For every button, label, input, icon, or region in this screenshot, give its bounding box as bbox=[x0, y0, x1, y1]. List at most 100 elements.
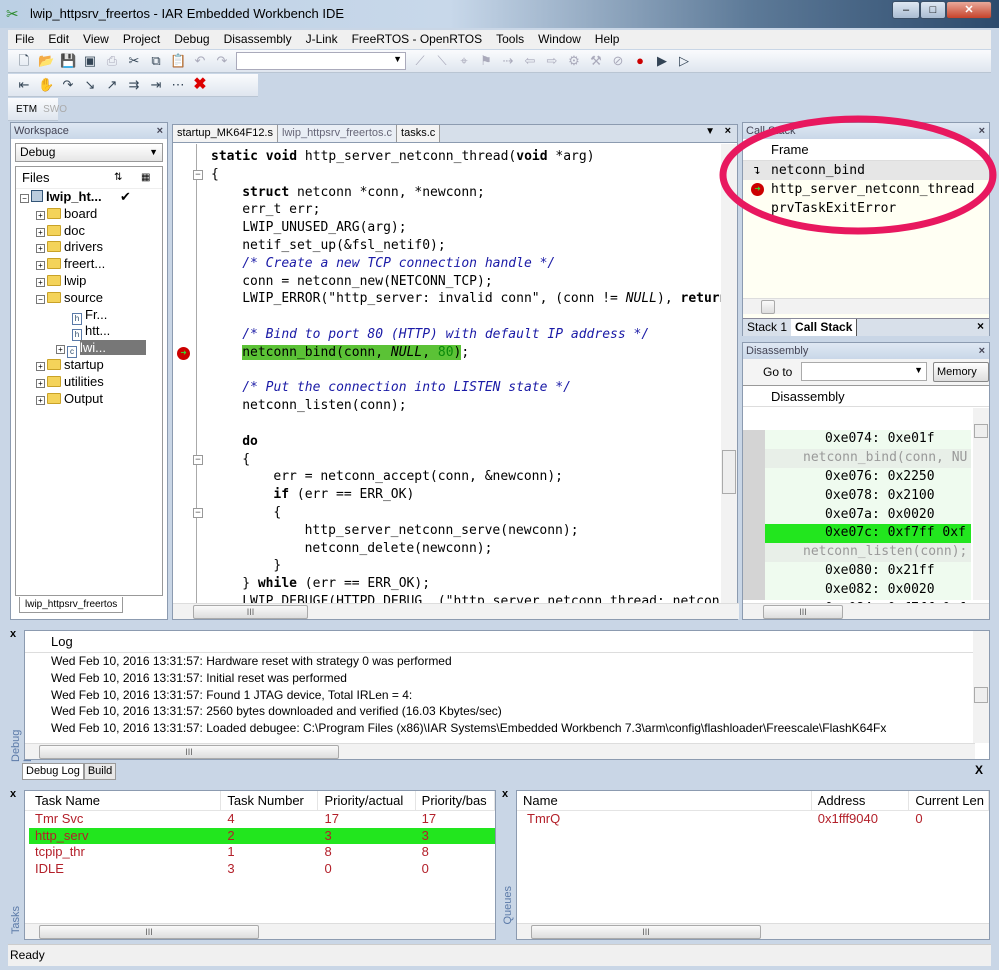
column-header[interactable]: Task Name bbox=[25, 791, 222, 810]
next-statement-icon[interactable]: ⇉ bbox=[126, 77, 142, 93]
code-line[interactable]: /* Create a new TCP connection handle */ bbox=[242, 255, 555, 273]
configuration-select[interactable]: Debug ▼ bbox=[15, 143, 163, 162]
memory-button[interactable]: Memory bbox=[933, 362, 989, 382]
redo-icon[interactable]: ↷ bbox=[214, 53, 230, 69]
download-debug-icon[interactable]: ▶ bbox=[654, 53, 670, 69]
fold-icon[interactable]: − bbox=[193, 454, 203, 465]
code-line[interactable]: err = netconn_accept(conn, &newconn); bbox=[273, 468, 563, 486]
queue-row[interactable]: TmrQ 0x1fff9040 0 bbox=[517, 811, 989, 828]
expand-icon[interactable]: + bbox=[36, 210, 45, 220]
close-icon[interactable]: X bbox=[975, 763, 983, 777]
collapse-icon[interactable]: − bbox=[36, 294, 45, 304]
step-out-icon[interactable]: ↗ bbox=[104, 77, 120, 93]
disassembly-hscrollbar[interactable]: III bbox=[743, 603, 989, 619]
expand-icon[interactable]: + bbox=[36, 277, 45, 287]
disassembly-line[interactable]: 0xe07a: 0x0020 bbox=[765, 506, 971, 525]
compile-icon[interactable]: ⚙ bbox=[566, 53, 582, 69]
disassembly-line[interactable]: 0xe078: 0x2100 bbox=[765, 487, 971, 506]
maximize-button[interactable]: □ bbox=[920, 1, 946, 19]
tree-item[interactable]: + doc bbox=[20, 223, 162, 240]
tree-item[interactable]: + startup bbox=[20, 357, 162, 374]
code-line[interactable]: {− bbox=[193, 451, 250, 469]
menu-debug[interactable]: Debug bbox=[167, 30, 216, 49]
sort-icon[interactable]: ⇅ bbox=[114, 167, 122, 189]
undo-icon[interactable]: ↶ bbox=[192, 53, 208, 69]
menu-freertos-openrtos[interactable]: FreeRTOS - OpenRTOS bbox=[345, 30, 490, 49]
log-vscrollbar[interactable] bbox=[973, 631, 989, 743]
log-tab[interactable]: Build bbox=[83, 763, 117, 780]
close-icon[interactable]: × bbox=[979, 343, 985, 359]
close-icon[interactable]: x bbox=[10, 628, 16, 640]
menu-view[interactable]: View bbox=[76, 30, 116, 49]
queues-hscrollbar[interactable]: III bbox=[517, 923, 989, 939]
code-line[interactable]: http_server_netconn_serve(newconn); bbox=[305, 522, 579, 540]
find-next-icon[interactable]: ⟋ bbox=[412, 53, 428, 69]
tree-item[interactable]: + board bbox=[20, 206, 162, 223]
expand-icon[interactable]: + bbox=[56, 345, 65, 355]
close-icon[interactable]: x bbox=[502, 788, 508, 800]
column-header[interactable]: Current Len bbox=[909, 791, 989, 810]
bookmark-icon[interactable]: ⚑ bbox=[478, 53, 494, 69]
menu-j-link[interactable]: J-Link bbox=[299, 30, 345, 49]
open-icon[interactable]: 📂 bbox=[38, 53, 54, 69]
column-header[interactable]: Task Number bbox=[221, 791, 319, 810]
tree-item[interactable]: + lwip bbox=[20, 273, 162, 290]
fold-icon[interactable]: − bbox=[193, 508, 203, 518]
column-header[interactable]: Address bbox=[812, 791, 910, 810]
code-line[interactable]: do bbox=[242, 433, 258, 451]
find-combo[interactable]: ▼ bbox=[236, 52, 406, 70]
menu-tools[interactable]: Tools bbox=[489, 30, 531, 49]
code-line[interactable]: } bbox=[273, 557, 281, 575]
editor-tab[interactable]: tasks.c bbox=[397, 125, 441, 142]
code-line[interactable]: netconn_listen(conn); bbox=[242, 397, 406, 415]
log-hscrollbar[interactable]: III bbox=[25, 743, 975, 759]
new-file-icon[interactable]: 🗋 bbox=[16, 53, 32, 69]
expand-icon[interactable]: + bbox=[36, 378, 45, 388]
reset-icon[interactable]: ⇤ bbox=[16, 77, 32, 93]
log-tab[interactable]: Debug Log bbox=[22, 763, 84, 780]
callstack-tab[interactable]: Call Stack bbox=[791, 319, 858, 336]
callstack-hscrollbar[interactable] bbox=[743, 298, 989, 314]
expand-icon[interactable]: + bbox=[36, 227, 45, 237]
code-line[interactable]: LWIP_UNUSED_ARG(arg); bbox=[242, 219, 406, 237]
task-row[interactable]: http_serv 2 3 3 bbox=[29, 827, 495, 844]
task-row[interactable]: IDLE 3 0 0 bbox=[29, 861, 495, 878]
close-icon[interactable]: × bbox=[157, 123, 163, 139]
close-icon[interactable]: x bbox=[10, 788, 16, 800]
code-line[interactable]: conn = netconn_new(NETCONN_TCP); bbox=[242, 273, 492, 291]
expand-icon[interactable]: + bbox=[36, 244, 45, 254]
menu-file[interactable]: File bbox=[8, 30, 41, 49]
tasks-side-tab[interactable]: Tasks bbox=[10, 906, 22, 934]
close-button[interactable]: ✕ bbox=[946, 1, 992, 19]
find-prev-icon[interactable]: ⟍ bbox=[434, 53, 450, 69]
expand-icon[interactable]: + bbox=[36, 395, 45, 405]
minimize-button[interactable]: – bbox=[892, 1, 920, 19]
tree-item[interactable]: + utilities bbox=[20, 374, 162, 391]
queues-side-tab[interactable]: Queues bbox=[502, 886, 514, 925]
column-header[interactable]: Priority/actual bbox=[318, 791, 416, 810]
disassembly-line[interactable]: netconn_listen(conn); bbox=[765, 543, 971, 563]
break-icon[interactable]: ✋ bbox=[38, 77, 54, 93]
menu-window[interactable]: Window bbox=[531, 30, 588, 49]
debug-no-download-icon[interactable]: ▷ bbox=[676, 53, 692, 69]
disassembly-line[interactable]: netconn_bind(conn, NU bbox=[765, 448, 971, 468]
code-line[interactable]: } while (err == ERR_OK); bbox=[242, 575, 430, 593]
code-line[interactable]: LWIP_ERROR("http_server: invalid conn", … bbox=[242, 290, 721, 308]
paste-icon[interactable]: 📋 bbox=[170, 53, 186, 69]
menu-disassembly[interactable]: Disassembly bbox=[217, 30, 299, 49]
expand-icon[interactable]: + bbox=[36, 261, 45, 271]
editor-hscrollbar[interactable]: III bbox=[173, 603, 739, 619]
menu-edit[interactable]: Edit bbox=[41, 30, 76, 49]
save-icon[interactable]: 💾 bbox=[60, 53, 76, 69]
goto-icon[interactable]: ⇢ bbox=[500, 53, 516, 69]
code-line[interactable]: netconn_bind(conn, NULL, 80); ➜ bbox=[177, 344, 469, 362]
swo-button[interactable]: SWO bbox=[43, 104, 67, 115]
column-header[interactable]: Name bbox=[517, 791, 812, 810]
find-icon[interactable]: ⌖ bbox=[456, 53, 472, 69]
project-node[interactable]: − lwip_ht... ✔ bbox=[20, 189, 162, 206]
tree-item[interactable]: + Output bbox=[20, 391, 162, 408]
go-icon[interactable]: ⋯ bbox=[170, 77, 186, 93]
tree-item[interactable]: + c lwi... bbox=[20, 340, 162, 359]
callstack-tab[interactable]: Stack 1 bbox=[743, 319, 791, 336]
code-line[interactable]: if (err == ERR_OK) bbox=[273, 486, 414, 504]
